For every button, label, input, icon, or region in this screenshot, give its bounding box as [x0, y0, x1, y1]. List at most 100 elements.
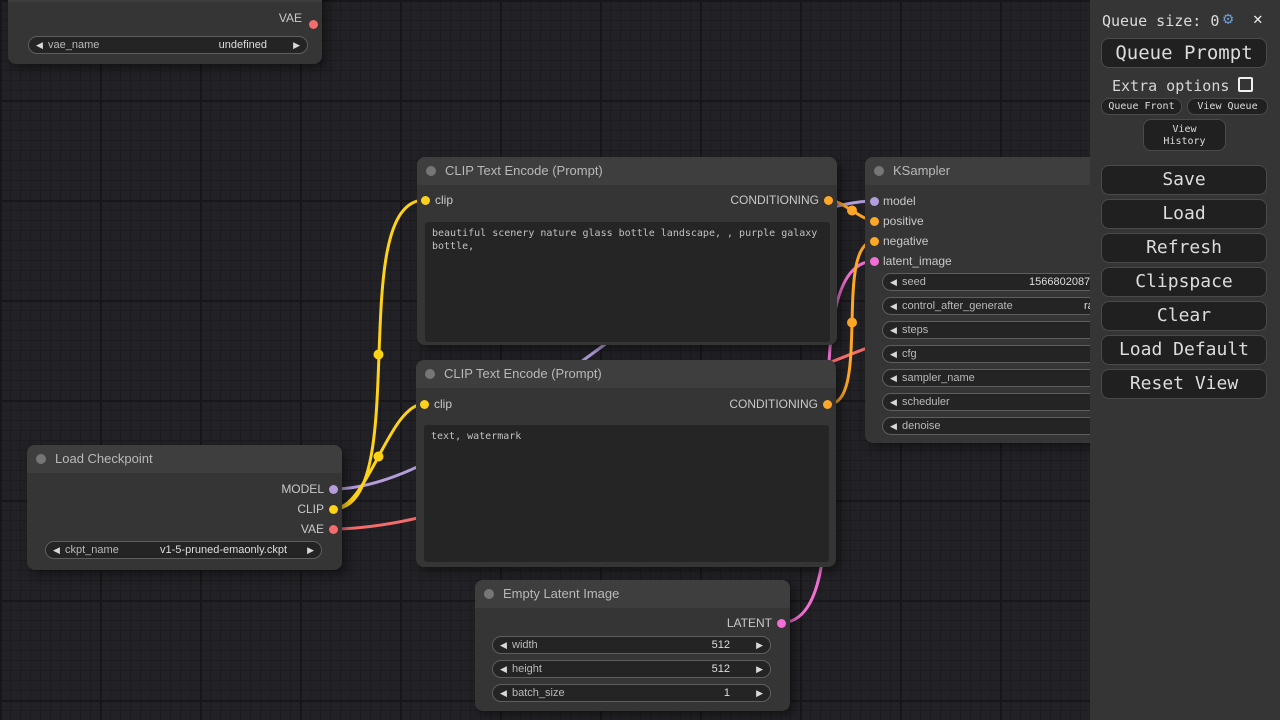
close-icon[interactable]: ✕: [1253, 9, 1263, 28]
node-title: Empty Latent Image: [503, 586, 619, 601]
decrement-arrow-icon[interactable]: ◀: [890, 298, 897, 314]
load-default-button[interactable]: Load Default: [1101, 335, 1267, 365]
widget-label: batch_size: [512, 685, 565, 701]
input-label-clip: clip: [435, 193, 453, 207]
output-slot-vae[interactable]: [329, 525, 338, 534]
decrement-arrow-icon[interactable]: ◀: [890, 346, 897, 362]
node-title-bar: Load Checkpoint: [27, 445, 342, 473]
decrement-arrow-icon[interactable]: ◀: [500, 685, 507, 701]
decrement-arrow-icon[interactable]: ◀: [500, 661, 507, 677]
decrement-arrow-icon[interactable]: ◀: [36, 37, 43, 53]
load-button[interactable]: Load: [1101, 199, 1267, 229]
increment-arrow-icon[interactable]: ▶: [756, 661, 763, 677]
batch-size-widget[interactable]: ◀ batch_size 1 ▶: [492, 684, 771, 702]
input-slot-negative[interactable]: [870, 237, 879, 246]
widget-label: control_after_generate: [902, 298, 1013, 314]
input-slot-model[interactable]: [870, 197, 879, 206]
widget-value: 512: [712, 637, 730, 653]
input-slot-positive[interactable]: [870, 217, 879, 226]
node-title-bar: CLIP Text Encode (Prompt): [417, 157, 837, 185]
view-history-line1: View: [1144, 124, 1225, 136]
output-label-conditioning: CONDITIONING: [729, 397, 818, 411]
height-widget[interactable]: ◀ height 512 ▶: [492, 660, 771, 678]
output-label-vae: VAE: [301, 522, 324, 536]
decrement-arrow-icon[interactable]: ◀: [53, 542, 60, 558]
increment-arrow-icon[interactable]: ▶: [756, 637, 763, 653]
node-title: CLIP Text Encode (Prompt): [444, 366, 602, 381]
extra-options-checkbox[interactable]: [1238, 77, 1253, 92]
widget-value: v1-5-pruned-emaonly.ckpt: [160, 542, 287, 558]
node-vae-loader[interactable]: VAE ◀ vae_name undefined ▶: [8, 0, 322, 64]
output-slot-conditioning[interactable]: [823, 400, 832, 409]
prompt-textarea[interactable]: text, watermark: [424, 425, 829, 562]
output-label-latent: LATENT: [727, 616, 772, 630]
output-label-model: MODEL: [281, 482, 324, 496]
collapse-dot-icon[interactable]: [484, 589, 494, 599]
decrement-arrow-icon[interactable]: ◀: [890, 370, 897, 386]
input-label-latent-image: latent_image: [883, 254, 952, 268]
queue-prompt-button[interactable]: Queue Prompt: [1101, 38, 1267, 68]
input-slot-clip[interactable]: [421, 196, 430, 205]
vae-name-widget[interactable]: ◀ vae_name undefined ▶: [28, 36, 308, 54]
clear-button[interactable]: Clear: [1101, 301, 1267, 331]
view-queue-button[interactable]: View Queue: [1187, 98, 1268, 115]
decrement-arrow-icon[interactable]: ◀: [890, 418, 897, 434]
output-slot-clip[interactable]: [329, 505, 338, 514]
reset-view-button[interactable]: Reset View: [1101, 369, 1267, 399]
comfy-menu: Queue size: 0 ⚙ ✕ Queue Prompt Extra opt…: [1090, 0, 1280, 720]
increment-arrow-icon[interactable]: ▶: [293, 37, 300, 53]
decrement-arrow-icon[interactable]: ◀: [890, 394, 897, 410]
decrement-arrow-icon[interactable]: ◀: [500, 637, 507, 653]
widget-label: vae_name: [48, 37, 99, 53]
widget-label: ckpt_name: [65, 542, 119, 558]
link-midpoint-dot: [374, 452, 384, 462]
node-title-bar: [8, 0, 322, 2]
collapse-dot-icon[interactable]: [426, 166, 436, 176]
input-slot-clip[interactable]: [420, 400, 429, 409]
increment-arrow-icon[interactable]: ▶: [307, 542, 314, 558]
output-label-conditioning: CONDITIONING: [730, 193, 819, 207]
node-title: CLIP Text Encode (Prompt): [445, 163, 603, 178]
node-empty-latent-image[interactable]: Empty Latent Image LATENT ◀ width 512 ▶ …: [475, 580, 790, 711]
decrement-arrow-icon[interactable]: ◀: [890, 322, 897, 338]
widget-label: denoise: [902, 418, 941, 434]
view-history-button[interactable]: View History: [1143, 119, 1226, 151]
node-clip-text-encode-positive[interactable]: CLIP Text Encode (Prompt) clip CONDITION…: [417, 157, 837, 345]
input-label-model: model: [883, 194, 916, 208]
node-canvas[interactable]: VAE ◀ vae_name undefined ▶ CLIP Text Enc…: [0, 0, 1280, 720]
input-label-negative: negative: [883, 234, 928, 248]
output-label-clip: CLIP: [297, 502, 324, 516]
widget-label: sampler_name: [902, 370, 975, 386]
refresh-button[interactable]: Refresh: [1101, 233, 1267, 263]
width-widget[interactable]: ◀ width 512 ▶: [492, 636, 771, 654]
ckpt-name-widget[interactable]: ◀ ckpt_name v1-5-pruned-emaonly.ckpt ▶: [45, 541, 322, 559]
decrement-arrow-icon[interactable]: ◀: [890, 274, 897, 290]
view-history-line2: History: [1144, 136, 1225, 148]
input-label-positive: positive: [883, 214, 924, 228]
node-title-bar: Empty Latent Image: [475, 580, 790, 608]
save-button[interactable]: Save: [1101, 165, 1267, 195]
clipspace-button[interactable]: Clipspace: [1101, 267, 1267, 297]
link-midpoint-dot: [374, 350, 384, 360]
collapse-dot-icon[interactable]: [425, 369, 435, 379]
input-slot-latent-image[interactable]: [870, 257, 879, 266]
link-midpoint-dot: [847, 318, 857, 328]
node-title: KSampler: [893, 163, 950, 178]
collapse-dot-icon[interactable]: [36, 454, 46, 464]
prompt-textarea[interactable]: beautiful scenery nature glass bottle la…: [425, 222, 830, 342]
output-slot-latent[interactable]: [777, 619, 786, 628]
increment-arrow-icon[interactable]: ▶: [756, 685, 763, 701]
queue-front-button[interactable]: Queue Front: [1101, 98, 1182, 115]
node-clip-text-encode-negative[interactable]: CLIP Text Encode (Prompt) clip CONDITION…: [416, 360, 836, 567]
widget-label: cfg: [902, 346, 917, 362]
widget-label: scheduler: [902, 394, 950, 410]
output-slot-conditioning[interactable]: [824, 196, 833, 205]
node-load-checkpoint[interactable]: Load Checkpoint MODEL CLIP VAE ◀ ckpt_na…: [27, 445, 342, 570]
widget-label: height: [512, 661, 542, 677]
widget-label: steps: [902, 322, 928, 338]
collapse-dot-icon[interactable]: [874, 166, 884, 176]
input-label-clip: clip: [434, 397, 452, 411]
settings-gear-icon[interactable]: ⚙: [1223, 9, 1233, 29]
output-slot-model[interactable]: [329, 485, 338, 494]
output-slot-vae[interactable]: [309, 20, 318, 29]
